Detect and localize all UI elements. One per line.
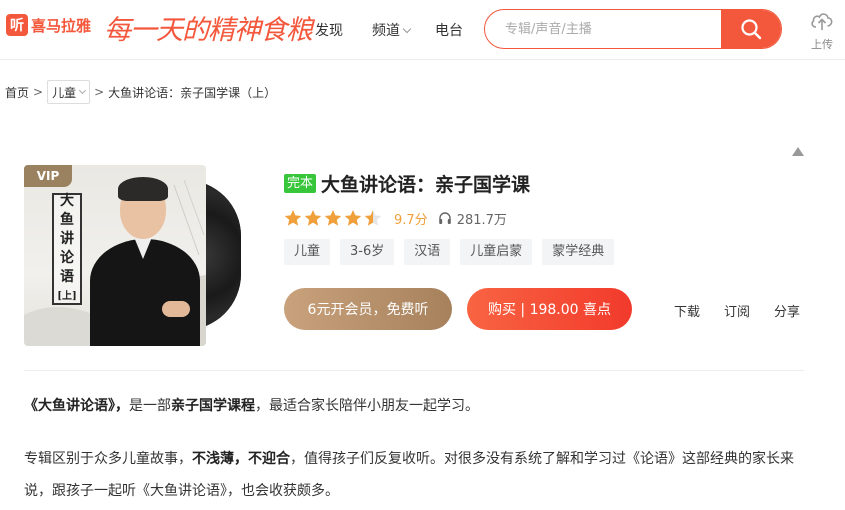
collapse-triangle-icon[interactable] bbox=[792, 141, 804, 160]
cover-title-char: 论 bbox=[60, 250, 74, 266]
headphones-icon bbox=[438, 212, 451, 224]
breadcrumb-home[interactable]: 首页 bbox=[5, 84, 29, 101]
chevron-down-icon bbox=[79, 86, 87, 94]
top-header: 听 喜马拉雅 每一天的精神食粮 发现 频道 电台 上传 bbox=[0, 0, 845, 60]
rating-row: 9.7分 281.7万 bbox=[284, 208, 507, 228]
cover-title-char: 讲 bbox=[60, 231, 74, 247]
search-input[interactable] bbox=[485, 10, 721, 48]
cover-title-char: 语 bbox=[60, 269, 74, 285]
album-title-row: 完本 大鱼讲论语：亲子国学课 bbox=[284, 170, 530, 197]
upload-button[interactable]: 上传 bbox=[806, 10, 838, 52]
search-box bbox=[484, 9, 782, 49]
logo-text: 喜马拉雅 bbox=[31, 16, 92, 35]
download-button[interactable]: 下载 bbox=[674, 301, 700, 320]
cover-title-char: 鱼 bbox=[60, 212, 74, 228]
album-cover: 大 鱼 讲 论 语 [上] VIP bbox=[24, 165, 206, 346]
divider bbox=[24, 370, 804, 371]
cloud-upload-icon bbox=[811, 13, 833, 30]
intro-text: 是一部 bbox=[129, 398, 171, 414]
cover-title-char: 大 bbox=[60, 193, 74, 209]
upload-label: 上传 bbox=[811, 38, 833, 51]
intro-bold-text: 《大鱼讲论语》， bbox=[24, 398, 129, 414]
album-title: 大鱼讲论语：亲子国学课 bbox=[321, 174, 531, 196]
intro-paragraph-2: 专辑区别于众多儿童故事，不浅薄，不迎合，值得孩子们反复收听。对很多没有系统了解和… bbox=[24, 443, 804, 507]
tag[interactable]: 汉语 bbox=[404, 239, 451, 265]
site-logo[interactable]: 听 喜马拉雅 bbox=[6, 14, 91, 36]
breadcrumb-separator: > bbox=[33, 85, 44, 99]
search-button[interactable] bbox=[721, 10, 781, 48]
intro-text: ，最适合家长陪伴小朋友一起学习。 bbox=[255, 398, 479, 414]
intro-bold-text: 不浅薄，不迎合 bbox=[192, 451, 290, 467]
tag-list: 儿童 3-6岁 汉语 儿童启蒙 蒙学经典 bbox=[284, 239, 624, 265]
intro-bold-text: 亲子国学课程 bbox=[171, 398, 255, 414]
play-count: 281.7万 bbox=[438, 209, 507, 228]
star-rating bbox=[284, 208, 388, 228]
buy-button[interactable]: 购买 | 198.00 喜点 bbox=[467, 288, 632, 330]
chevron-down-icon bbox=[402, 24, 412, 34]
tag[interactable]: 儿童启蒙 bbox=[460, 239, 533, 265]
nav-channel[interactable]: 频道 bbox=[372, 20, 412, 40]
presenter-hair bbox=[118, 177, 168, 201]
breadcrumb: 首页 > 儿童 > 大鱼讲论语：亲子国学课（上） bbox=[5, 80, 276, 104]
nav-radio[interactable]: 电台 bbox=[435, 20, 463, 40]
breadcrumb-category-label: 儿童 bbox=[52, 85, 77, 100]
tag[interactable]: 3-6岁 bbox=[340, 239, 395, 265]
nav-channel-label: 频道 bbox=[372, 23, 400, 39]
breadcrumb-separator: > bbox=[94, 85, 105, 99]
tag[interactable]: 蒙学经典 bbox=[542, 239, 615, 265]
cover-title-box: 大 鱼 讲 论 语 [上] bbox=[52, 193, 82, 305]
star-rating-icon bbox=[284, 210, 382, 226]
subscribe-button[interactable]: 订阅 bbox=[724, 301, 750, 320]
vip-badge: VIP bbox=[24, 165, 72, 187]
share-button[interactable]: 分享 bbox=[774, 301, 800, 320]
intro-paragraph-1: 《大鱼讲论语》，是一部亲子国学课程，最适合家长陪伴小朋友一起学习。 bbox=[24, 396, 479, 416]
vip-membership-button[interactable]: 6元开会员，免费听 bbox=[284, 288, 452, 330]
slogan: 每一天的精神食粮 bbox=[104, 15, 313, 46]
tag[interactable]: 儿童 bbox=[284, 239, 331, 265]
presenter-body bbox=[90, 239, 200, 346]
intro-text: 专辑区别于众多儿童故事， bbox=[24, 451, 192, 467]
cover-title-char: [上] bbox=[57, 291, 77, 302]
play-count-value: 281.7万 bbox=[456, 212, 507, 228]
nav-discover[interactable]: 发现 bbox=[315, 20, 343, 40]
breadcrumb-current: 大鱼讲论语：亲子国学课（上） bbox=[108, 85, 277, 100]
presenter-hand bbox=[162, 301, 190, 317]
search-icon bbox=[741, 19, 762, 40]
breadcrumb-category-select[interactable]: 儿童 bbox=[47, 80, 91, 104]
album-score: 9.7分 bbox=[394, 212, 428, 228]
logo-mark-icon: 听 bbox=[6, 14, 28, 36]
status-badge: 完本 bbox=[284, 174, 317, 193]
